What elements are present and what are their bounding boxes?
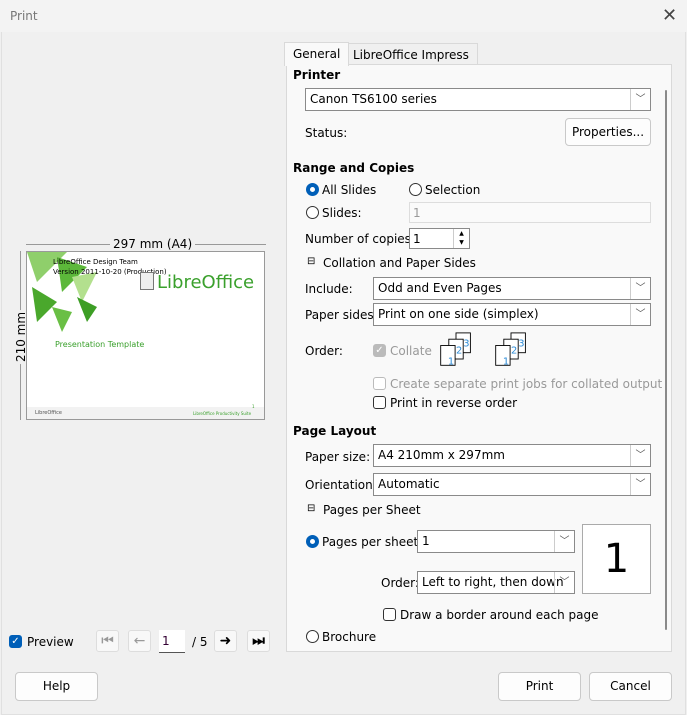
slide-preview: LibreOffice Design Team Version 2011-10-… [26,251,265,420]
total-pages: / 5 [192,635,208,649]
status-label: Status: [305,126,348,140]
help-button[interactable]: Help [15,672,98,701]
slide-footer-logo: LibreOffice [35,410,62,416]
all-slides-radio[interactable] [306,183,319,196]
svg-text:2: 2 [456,346,462,357]
paper-size-value: A4 210mm x 297mm [378,448,505,462]
layout-order-value: Left to right, then down [422,575,564,589]
collate-label: Collate [390,344,432,358]
collate-checkbox[interactable]: ✓ [373,344,386,357]
pages-per-sheet-label: Pages per sheet: [322,535,423,549]
spin-arrows-icon[interactable]: ▲ ▼ [453,229,469,248]
collated-pages-icon: 321 [440,332,471,367]
layout-order-select[interactable]: Left to right, then down ﹀ [417,571,575,594]
chevron-down-icon: ﹀ [630,89,650,110]
close-icon[interactable]: ✕ [662,5,677,26]
printer-heading: Printer [293,68,341,82]
copies-spinner[interactable]: 1 ▲ ▼ [409,228,470,249]
paper-size-label: Paper size: [305,450,371,464]
chevron-down-icon: ﹀ [630,304,650,325]
svg-text:2: 2 [511,346,517,357]
chevron-down-icon: ﹀ [630,445,650,466]
properties-button[interactable]: Properties... [565,118,651,146]
preview-checkbox[interactable]: ✓ [9,635,22,648]
page-number-input[interactable]: 1 [159,630,185,653]
layout-order-label: Order: [381,576,419,590]
previous-page-icon[interactable]: ← [128,630,151,652]
svg-text:1: 1 [448,356,454,367]
slide-logo: LibreOffice [157,272,255,293]
draw-border-checkbox[interactable] [383,608,396,621]
all-slides-label: All Slides [322,183,377,197]
tab-general[interactable]: General [284,42,350,66]
pages-per-sheet-select[interactable]: 1 ﹀ [417,530,575,553]
include-value: Odd and Even Pages [378,281,502,295]
paper-sides-select[interactable]: Print on one side (simplex) ﹀ [373,303,651,326]
printer-select[interactable]: Canon TS6100 series ﹀ [305,88,651,111]
page-layout-heading: Page Layout [293,424,377,438]
copies-label: Number of copies: [305,232,415,246]
libreoffice-doc-icon [140,272,154,290]
first-page-icon[interactable]: ⏮ [96,630,119,652]
collapse-icon[interactable]: ⊟ [307,503,315,514]
slide-line-1: LibreOffice Design Team [53,258,138,266]
selection-radio[interactable] [409,183,422,196]
orientation-label: Orientation: [305,478,377,492]
slide-page-number: 1 [252,404,255,409]
include-label: Include: [305,282,353,296]
chevron-down-icon: ﹀ [630,474,650,495]
printer-value: Canon TS6100 series [310,92,437,106]
slide-subtitle: Presentation Template [55,340,145,349]
chevron-down-icon: ﹀ [630,278,650,299]
page-layout-preview: 1 [582,524,651,594]
chevron-down-icon: ﹀ [554,572,574,593]
tab-libreoffice-impress[interactable]: LibreOffice Impress [344,43,478,66]
orientation-select[interactable]: Automatic ﹀ [373,473,651,496]
selection-label: Selection [425,183,481,197]
print-button[interactable]: Print [498,672,581,701]
brochure-label: Brochure [322,630,377,644]
pages-per-sheet-radio[interactable] [306,535,319,548]
svg-text:1: 1 [503,356,509,367]
cancel-button[interactable]: Cancel [589,672,672,701]
reverse-order-checkbox[interactable] [373,396,386,409]
title-bar: Print ✕ [0,0,687,32]
copies-value: 1 [413,232,421,246]
paper-sides-label: Paper sides: [305,308,378,322]
orientation-value: Automatic [378,477,440,491]
draw-border-label: Draw a border around each page [400,608,599,622]
svg-text:3: 3 [463,338,469,349]
pages-per-sheet-heading: Pages per Sheet [323,503,421,517]
paper-sides-value: Print on one side (simplex) [378,307,539,321]
chevron-down-icon: ﹀ [554,531,574,552]
paper-size-select[interactable]: A4 210mm x 297mm ﹀ [373,444,651,467]
separate-jobs-checkbox[interactable] [373,377,386,390]
slides-radio[interactable] [306,206,319,219]
last-page-icon[interactable]: ⏭ [247,630,270,652]
pages-per-sheet-value: 1 [422,534,430,548]
slide-footer-right: LibreOffice Productivity Suite [193,411,252,416]
slides-label: Slides: [322,206,362,220]
scrollbar[interactable] [665,90,667,630]
brochure-radio[interactable] [306,630,319,643]
separate-jobs-label: Create separate print jobs for collated … [390,377,663,391]
range-heading: Range and Copies [293,161,415,175]
collapse-icon[interactable]: ⊟ [307,256,315,267]
svg-text:3: 3 [518,338,524,349]
preview-label: Preview [27,635,74,649]
collation-heading: Collation and Paper Sides [323,256,476,270]
collated-pages-icon-2: 321 [495,332,526,367]
order-label: Order: [305,344,343,358]
next-page-icon[interactable]: ➜ [214,630,237,652]
slides-input[interactable]: 1 [409,202,651,223]
reverse-order-label: Print in reverse order [390,396,518,410]
width-label: 297 mm (A4) [110,237,196,251]
window-title: Print [10,9,38,23]
include-select[interactable]: Odd and Even Pages ﹀ [373,277,651,300]
